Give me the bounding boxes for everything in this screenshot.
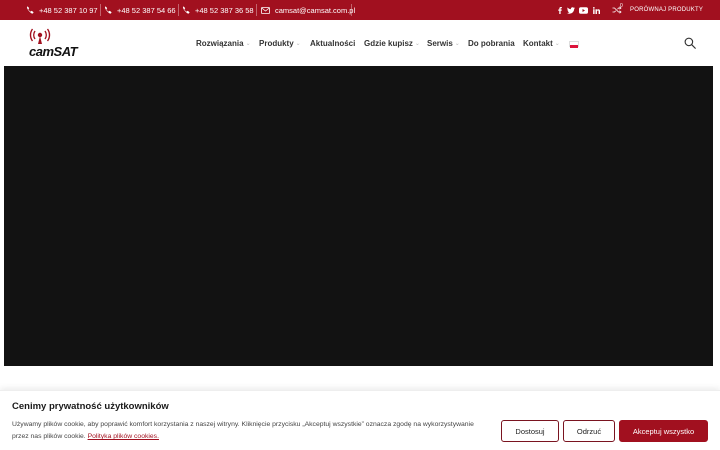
compare-label: PORÓWNAJ PRODUKTY — [630, 7, 704, 13]
customize-button[interactable]: Dostosuj — [501, 420, 559, 442]
nav-label: Gdzie kupisz — [364, 38, 413, 48]
nav-kontakt[interactable]: Kontakt ⌄ — [523, 20, 560, 66]
nav-label: Do pobrania — [468, 38, 515, 48]
email-contact[interactable]: camsat@camsat.com.pl — [261, 0, 355, 20]
accept-all-button[interactable]: Akceptuj wszystko — [619, 420, 708, 442]
twitter-icon[interactable] — [564, 6, 577, 14]
phone-icon — [104, 6, 112, 14]
nav-serwis[interactable]: Serwis ⌄ — [427, 20, 460, 66]
nav-label: Produkty — [259, 38, 294, 48]
email-address: camsat@camsat.com.pl — [275, 5, 356, 15]
cookie-description: Używamy plików cookie, aby poprawić komf… — [12, 419, 492, 443]
divider — [351, 4, 352, 16]
phone-number: +48 52 387 54 66 — [117, 5, 176, 15]
nav-label: Serwis — [427, 38, 453, 48]
phone-contact-2[interactable]: +48 52 387 54 66 — [104, 0, 176, 20]
phone-contact-3[interactable]: +48 52 387 36 58 — [182, 0, 254, 20]
divider — [100, 4, 101, 16]
nav-do-pobrania[interactable]: Do pobrania — [468, 20, 515, 66]
cookie-consent-banner: Cenimy prywatność użytkowników Używamy p… — [0, 390, 720, 450]
phone-icon — [26, 6, 34, 14]
chevron-down-icon: ⌄ — [414, 40, 420, 47]
linkedin-icon[interactable] — [590, 6, 603, 14]
cookie-text: Używamy plików cookie, aby poprawić komf… — [12, 421, 474, 440]
compare-count: 0 — [620, 3, 623, 9]
phone-number: +48 52 387 10 97 — [39, 5, 98, 15]
nav-rozwiazania[interactable]: Rozwiązania ⌄ — [196, 20, 251, 66]
chevron-down-icon: ⌄ — [245, 40, 251, 47]
nav-produkty[interactable]: Produkty ⌄ — [259, 20, 301, 66]
facebook-icon[interactable] — [555, 6, 564, 14]
phone-contact-1[interactable]: +48 52 387 10 97 — [26, 0, 98, 20]
nav-label: Rozwiązania — [196, 38, 244, 48]
logo-graphic: camSAT — [29, 28, 79, 59]
polish-flag-icon[interactable] — [569, 41, 579, 48]
main-header: camSAT Rozwiązania ⌄ Produkty ⌄ Aktualno… — [0, 20, 720, 66]
compare-products-link[interactable]: 0 PORÓWNAJ PRODUKTY — [612, 0, 703, 20]
nav-label: Kontakt — [523, 38, 553, 48]
hero-video[interactable] — [4, 66, 713, 366]
chevron-down-icon: ⌄ — [554, 40, 560, 47]
nav-gdzie-kupisz[interactable]: Gdzie kupisz ⌄ — [364, 20, 420, 66]
envelope-icon — [261, 6, 270, 14]
chevron-down-icon: ⌄ — [295, 40, 301, 47]
nav-label: Aktualności — [310, 38, 356, 48]
youtube-icon[interactable] — [577, 6, 590, 14]
divider — [256, 4, 257, 16]
cookie-policy-link[interactable]: Polityka plików cookies. — [88, 433, 159, 440]
logo-wordmark: camSAT — [29, 44, 79, 59]
search-icon[interactable] — [684, 36, 696, 49]
phone-icon — [182, 6, 190, 14]
divider — [178, 4, 179, 16]
reject-button[interactable]: Odrzuć — [563, 420, 615, 442]
chevron-down-icon: ⌄ — [454, 40, 460, 47]
phone-number: +48 52 387 36 58 — [195, 5, 254, 15]
flag-red-stripe — [570, 45, 578, 48]
camsat-logo[interactable]: camSAT — [28, 27, 98, 59]
nav-aktualnosci[interactable]: Aktualności — [310, 20, 355, 66]
top-bar: +48 52 387 10 97 +48 52 387 54 66 +48 52… — [0, 0, 720, 20]
social-links — [555, 0, 603, 20]
cookie-title: Cenimy prywatność użytkowników — [12, 401, 169, 412]
